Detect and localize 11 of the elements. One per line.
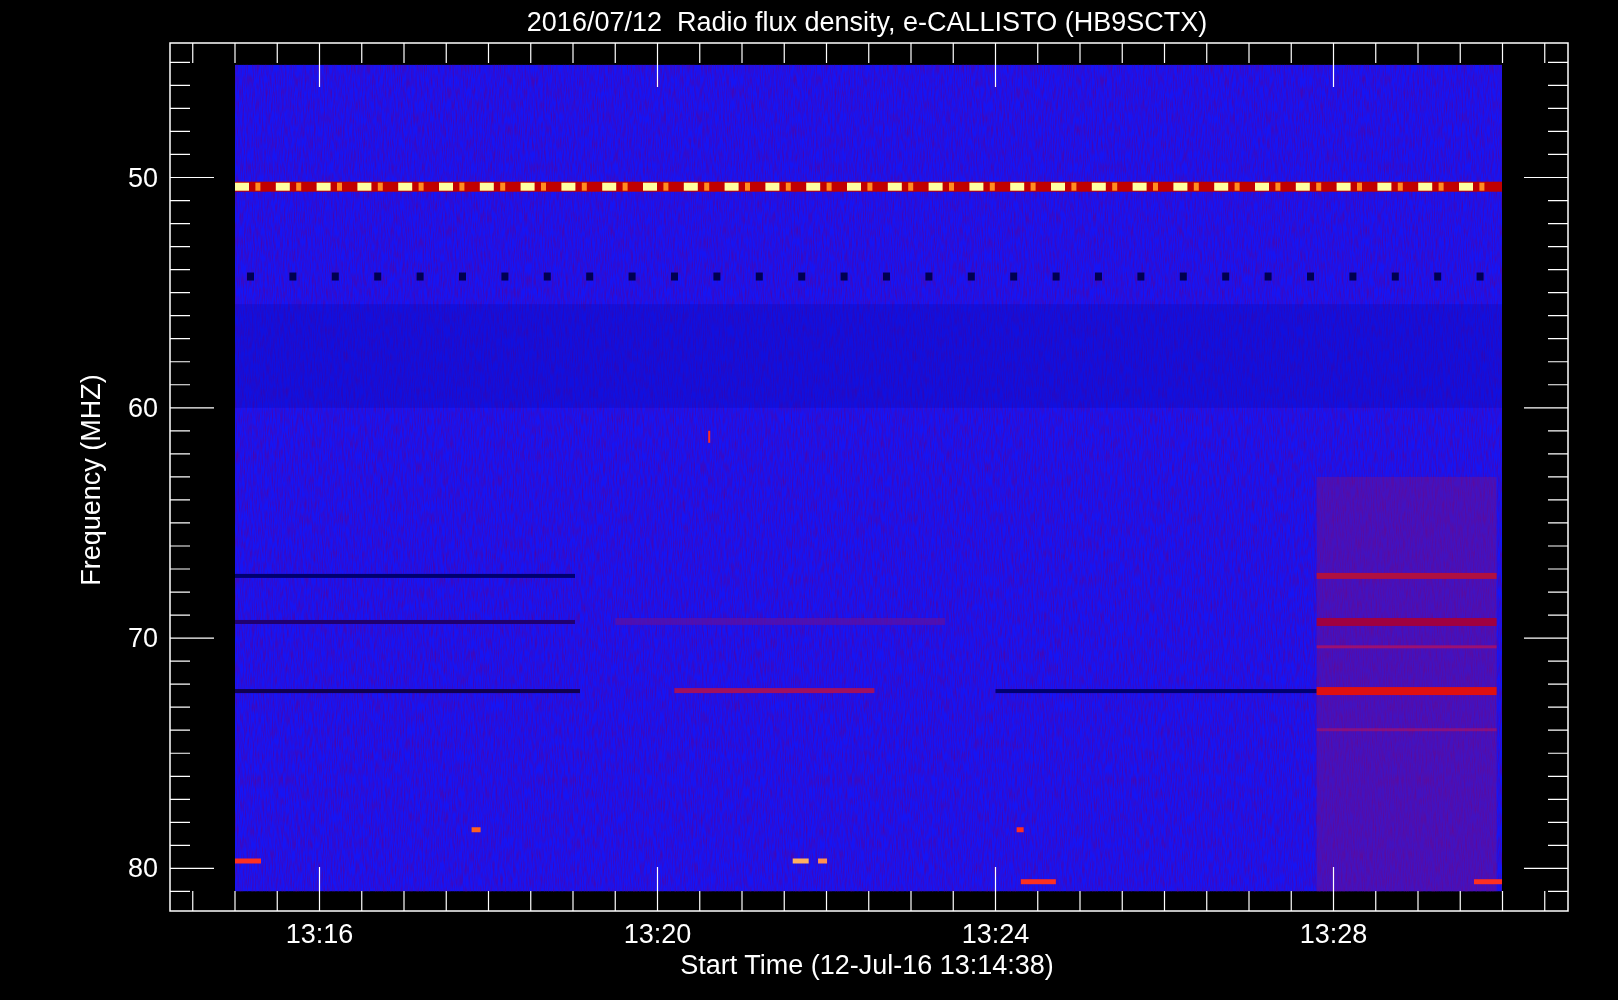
x-tick-label: 13:16: [285, 919, 354, 949]
x-tick-label: 13:28: [1299, 919, 1368, 949]
x-tick-label: 13:20: [623, 919, 692, 949]
y-tick-label: 80: [127, 853, 158, 884]
x-axis-label: Start Time (12-Jul-16 13:14:38): [680, 950, 1054, 980]
chart-title: 2016/07/12 Radio flux density, e-CALLISTO (HB9SCTX): [526, 7, 1208, 37]
y-axis-label: Frequency (MHZ): [76, 374, 106, 586]
y-tick-label: 70: [127, 623, 158, 654]
y-tick-label: 50: [127, 162, 158, 193]
x-tick-label: 13:24: [961, 919, 1030, 949]
y-tick-label: 60: [127, 392, 158, 423]
